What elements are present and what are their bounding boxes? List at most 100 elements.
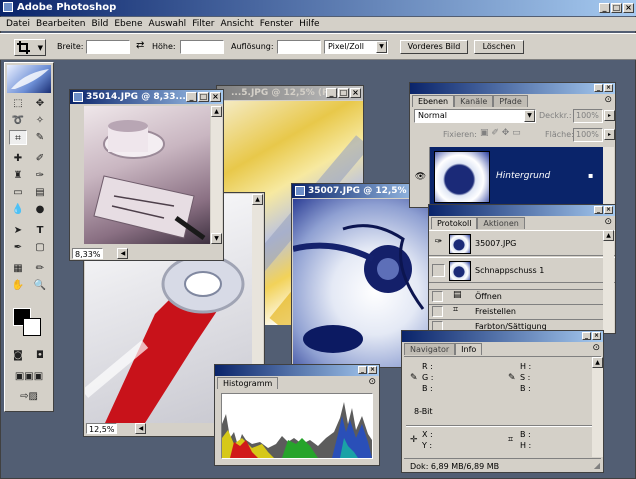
document-canvas[interactable] <box>84 106 210 244</box>
tab-protokoll[interactable]: Protokoll <box>431 217 478 229</box>
palette-menu-icon[interactable]: ⊙ <box>368 377 376 387</box>
tab-ebenen[interactable]: Ebenen <box>412 95 455 107</box>
crop-tool-preset-picker[interactable]: ▼ <box>14 39 46 56</box>
hand-tool-icon[interactable]: ✋ <box>9 278 27 293</box>
fill-slider-button[interactable]: ▸ <box>604 129 615 140</box>
maximize-button[interactable]: □ <box>611 3 622 13</box>
healing-brush-tool-icon[interactable]: ✚ <box>9 151 27 166</box>
menu-ansicht[interactable]: Ansicht <box>217 17 256 31</box>
tab-histogramm[interactable]: Histogramm <box>217 377 279 389</box>
layer-row-hintergrund[interactable]: 👁 Hintergrund ▪ <box>412 147 604 207</box>
tab-pfade[interactable]: Pfade <box>493 95 528 107</box>
lock-icons[interactable]: ▣ ✐ ✥ ▭ <box>480 128 521 138</box>
history-snapshot-row[interactable]: Schnappschuss 1 <box>429 257 615 283</box>
minimize-button[interactable]: _ <box>186 92 197 102</box>
tab-info[interactable]: Info <box>455 343 483 355</box>
history-brush-source-icon[interactable] <box>432 264 445 277</box>
close-button[interactable]: × <box>210 92 221 102</box>
scroll-down-button[interactable]: ▼ <box>211 233 222 244</box>
palette-menu-icon[interactable]: ⊙ <box>592 343 600 353</box>
tab-aktionen[interactable]: Aktionen <box>477 217 525 229</box>
menu-auswahl[interactable]: Auswahl <box>146 17 190 31</box>
adobe-feather-logo[interactable] <box>7 65 51 93</box>
resize-grip-icon[interactable]: ◢ <box>594 461 600 470</box>
move-tool-icon[interactable]: ✥ <box>31 96 49 111</box>
resolution-unit-select[interactable]: Pixel/Zoll ▼ <box>324 40 388 54</box>
chevron-down-icon[interactable]: ▼ <box>376 41 387 53</box>
background-color-swatch[interactable] <box>23 318 41 336</box>
minimize-button[interactable]: _ <box>599 3 610 13</box>
eyedropper-tool-icon[interactable]: ✏ <box>31 261 49 276</box>
menu-datei[interactable]: Datei <box>3 17 33 31</box>
brush-tool-icon[interactable]: ✐ <box>31 151 49 166</box>
history-brush-source-icon[interactable]: ✑ <box>432 237 445 250</box>
eraser-tool-icon[interactable]: ▭ <box>9 185 27 200</box>
vertical-scrollbar[interactable]: ▲ <box>603 230 614 333</box>
tab-kanaele[interactable]: Kanäle <box>454 95 494 107</box>
notes-tool-icon[interactable]: ▦ <box>9 261 27 276</box>
clear-button[interactable]: Löschen <box>474 40 524 54</box>
path-selection-tool-icon[interactable]: ➤ <box>9 223 27 238</box>
palette-title-bar[interactable]: _ × <box>410 83 615 94</box>
close-button[interactable]: × <box>592 332 601 340</box>
shape-tool-icon[interactable]: ▢ <box>31 240 49 255</box>
maximize-button[interactable]: □ <box>338 88 349 98</box>
scroll-up-button[interactable]: ▲ <box>592 357 603 368</box>
fill-input[interactable]: 100% <box>573 128 603 142</box>
width-input[interactable] <box>86 40 130 54</box>
swap-icon[interactable]: ⇄ <box>136 40 144 51</box>
menu-fenster[interactable]: Fenster <box>257 17 296 31</box>
zoom-level[interactable]: 8,33% <box>72 247 104 259</box>
maximize-button[interactable]: □ <box>198 92 209 102</box>
height-input[interactable] <box>180 40 224 54</box>
scroll-up-button[interactable]: ▲ <box>211 106 222 117</box>
minimize-button[interactable]: _ <box>582 332 591 340</box>
crop-tool-icon[interactable]: ⌗ <box>9 130 27 145</box>
zoom-level[interactable]: 12,5% <box>86 422 118 434</box>
minimize-button[interactable]: _ <box>594 206 603 214</box>
slice-tool-icon[interactable]: ✎ <box>31 130 49 145</box>
vertical-scrollbar[interactable]: ▲ <box>592 357 603 457</box>
history-brush-tool-icon[interactable]: ✑ <box>31 168 49 183</box>
scroll-up-button[interactable]: ▲ <box>603 230 614 241</box>
menu-hilfe[interactable]: Hilfe <box>296 17 322 31</box>
vertical-scrollbar[interactable]: ▲ ▼ <box>211 106 222 244</box>
palette-title-bar[interactable]: _ × <box>429 205 615 216</box>
history-snapshot-row[interactable]: ✑ 35007.JPG <box>429 230 615 256</box>
blur-tool-icon[interactable]: 💧 <box>9 202 27 217</box>
jump-to-imageready-icon[interactable]: ⇨▨ <box>9 389 49 404</box>
dodge-tool-icon[interactable]: ● <box>31 202 49 217</box>
palette-menu-icon[interactable]: ⊙ <box>604 217 612 227</box>
document-window-coffee[interactable]: 35014.JPG @ 8,33... _ □ × ▲ ▼ 8,33% ◀ <box>69 89 224 261</box>
magic-wand-tool-icon[interactable]: ✧ <box>31 113 49 128</box>
pen-tool-icon[interactable]: ✒ <box>9 240 27 255</box>
front-image-button[interactable]: Vorderes Bild <box>400 40 468 54</box>
menu-ebene[interactable]: Ebene <box>111 17 145 31</box>
chevron-down-icon[interactable]: ▼ <box>524 110 535 122</box>
resolution-input[interactable] <box>277 40 321 54</box>
quickmask-mode-icon[interactable]: ◘ <box>31 348 49 363</box>
close-button[interactable]: × <box>604 84 613 92</box>
palette-menu-icon[interactable]: ⊙ <box>604 95 612 105</box>
type-tool-icon[interactable]: T <box>31 223 49 238</box>
document-title-bar[interactable]: ...5.JPG @ 12,5% (RG... _ □ × <box>217 86 363 100</box>
screen-mode-icon[interactable]: ▣▣▣ <box>9 369 49 384</box>
history-brush-source-icon[interactable] <box>432 291 443 302</box>
menu-bild[interactable]: Bild <box>88 17 111 31</box>
history-step-row[interactable]: ▤ Öffnen <box>429 289 603 303</box>
close-button[interactable]: × <box>368 366 377 374</box>
marquee-tool-icon[interactable]: ⬚ <box>9 96 27 111</box>
gradient-tool-icon[interactable]: ▤ <box>31 185 49 200</box>
clone-stamp-tool-icon[interactable]: ♜ <box>9 168 27 183</box>
vertical-scrollbar[interactable] <box>603 147 614 207</box>
menu-bearbeiten[interactable]: Bearbeiten <box>33 17 88 31</box>
history-step-row[interactable]: ⌗ Freistellen <box>429 304 603 318</box>
minimize-button[interactable]: _ <box>594 84 603 92</box>
tab-navigator[interactable]: Navigator <box>404 343 456 355</box>
opacity-slider-button[interactable]: ▸ <box>604 110 615 121</box>
menu-filter[interactable]: Filter <box>189 17 217 31</box>
close-button[interactable]: × <box>604 206 613 214</box>
eye-icon[interactable]: 👁 <box>412 147 430 207</box>
zoom-tool-icon[interactable]: 🔍 <box>31 278 49 293</box>
scroll-left-button[interactable]: ◀ <box>135 422 147 434</box>
